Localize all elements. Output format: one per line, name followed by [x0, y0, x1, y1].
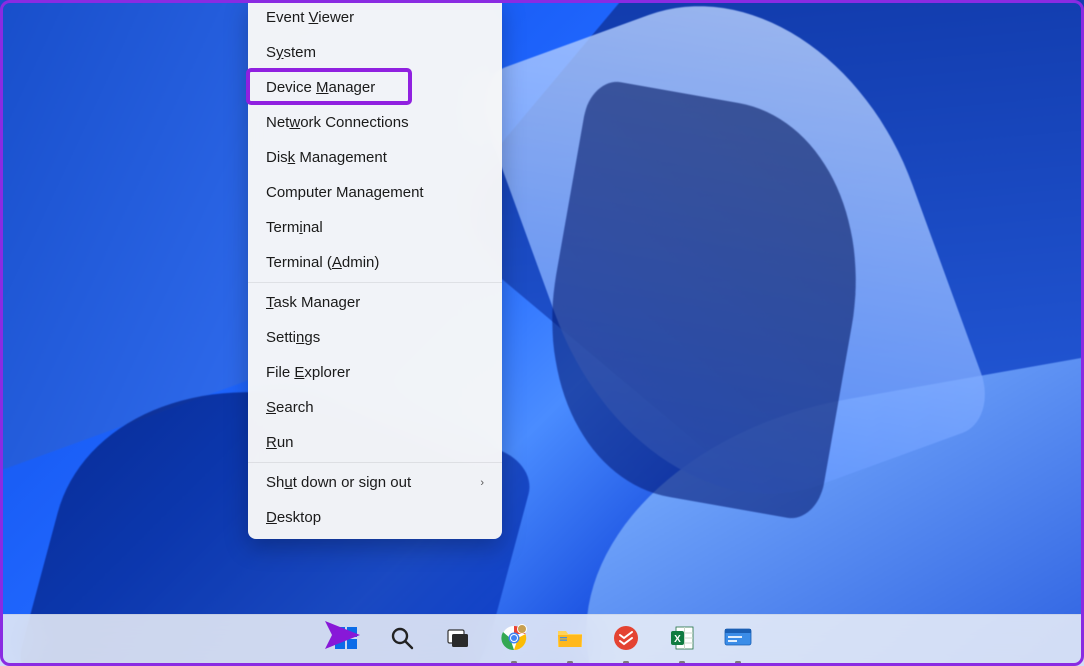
menu-separator: [248, 282, 502, 283]
task-view-icon: [445, 625, 471, 656]
menu-run-label: Run: [266, 434, 294, 451]
start-button[interactable]: [325, 620, 367, 662]
menu-file-explorer-label: File Explorer: [266, 364, 350, 381]
menu-search-label: Search: [266, 399, 314, 416]
menu-terminal-admin[interactable]: Terminal (Admin): [248, 245, 502, 280]
excel-app[interactable]: X: [661, 620, 703, 662]
menu-search[interactable]: Search: [248, 390, 502, 425]
todoist-app[interactable]: [605, 620, 647, 662]
desktop-wallpaper: Event Viewer System Device Manager Network …: [0, 0, 1084, 666]
chevron-right-icon: ›: [480, 477, 484, 489]
windows-icon: [333, 625, 359, 656]
chrome-app[interactable]: [493, 620, 535, 662]
svg-text:X: X: [674, 634, 681, 645]
menu-shutdown-signout-label: Shut down or sign out: [266, 474, 411, 491]
menu-run[interactable]: Run: [248, 425, 502, 460]
menu-terminal-admin-label: Terminal (Admin): [266, 254, 379, 271]
menu-settings[interactable]: Settings: [248, 320, 502, 355]
menu-file-explorer[interactable]: File Explorer: [248, 355, 502, 390]
menu-computer-management[interactable]: Computer Management: [248, 175, 502, 210]
menu-disk-management-label: Disk Management: [266, 149, 387, 166]
menu-system-label: System: [266, 44, 316, 61]
menu-desktop-label: Desktop: [266, 509, 321, 526]
run-icon: [723, 627, 753, 654]
task-view-button[interactable]: [437, 620, 479, 662]
menu-network-connections[interactable]: Network Connections: [248, 105, 502, 140]
menu-computer-management-label: Computer Management: [266, 184, 424, 201]
menu-device-manager[interactable]: Device Manager: [248, 70, 502, 105]
menu-shutdown-signout[interactable]: Shut down or sign out ›: [248, 465, 502, 500]
winx-context-menu: Event Viewer System Device Manager Network …: [248, 0, 502, 539]
file-explorer-app[interactable]: [549, 620, 591, 662]
menu-device-manager-label: Device Manager: [266, 79, 375, 96]
menu-terminal[interactable]: Terminal: [248, 210, 502, 245]
run-app[interactable]: [717, 620, 759, 662]
todoist-icon: [613, 625, 639, 656]
menu-desktop[interactable]: Desktop: [248, 500, 502, 535]
menu-settings-label: Settings: [266, 329, 320, 346]
taskbar: X: [0, 614, 1084, 666]
chrome-icon: [500, 624, 528, 657]
excel-icon: X: [669, 625, 695, 656]
folder-icon: [556, 626, 584, 655]
search-button[interactable]: [381, 620, 423, 662]
menu-separator: [248, 462, 502, 463]
menu-event-viewer[interactable]: Event Viewer: [248, 0, 502, 35]
menu-disk-management[interactable]: Disk Management: [248, 140, 502, 175]
menu-system[interactable]: System: [248, 35, 502, 70]
search-icon: [389, 625, 415, 656]
menu-task-manager[interactable]: Task Manager: [248, 285, 502, 320]
menu-network-connections-label: Network Connections: [266, 114, 409, 131]
menu-terminal-label: Terminal: [266, 219, 323, 236]
menu-task-manager-label: Task Manager: [266, 294, 360, 311]
menu-event-viewer-label: Event Viewer: [266, 9, 354, 26]
